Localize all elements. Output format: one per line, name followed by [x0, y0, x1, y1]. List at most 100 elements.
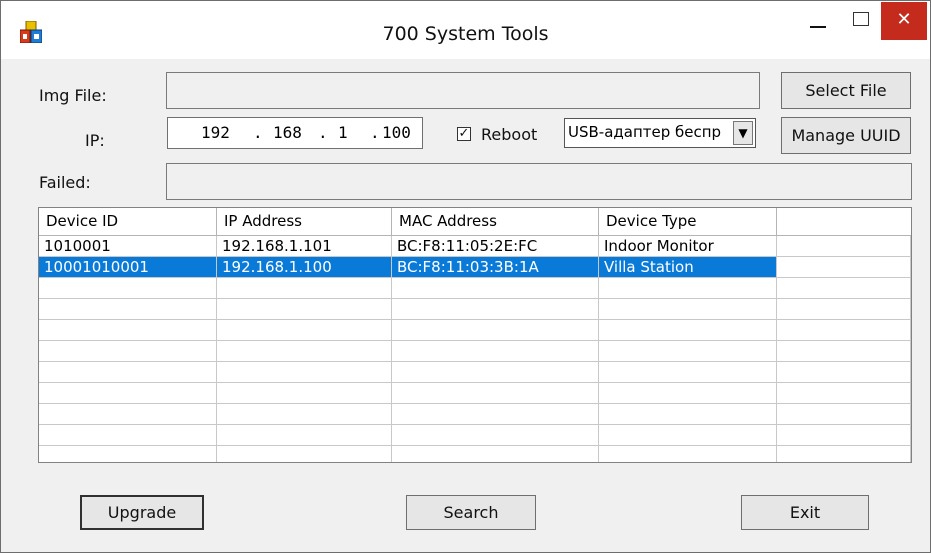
- select-file-button[interactable]: Select File: [781, 72, 911, 109]
- empty-row[interactable]: [39, 425, 911, 446]
- table-cell: [599, 425, 777, 445]
- table-cell: [39, 278, 217, 298]
- empty-row[interactable]: [39, 320, 911, 341]
- device-list[interactable]: Device ID IP Address MAC Address Device …: [38, 207, 912, 463]
- ip-address-input[interactable]: 192 . 168 . 1 . 100: [167, 117, 423, 149]
- table-cell: [392, 362, 599, 382]
- table-row[interactable]: 10001010001 192.168.1.100 BC:F8:11:03:3B:1…: [39, 257, 911, 278]
- table-cell: BC:F8:11:03:3B:1A: [392, 257, 599, 277]
- window-title: 700 System Tools: [382, 23, 549, 45]
- column-header-extra[interactable]: [777, 208, 911, 235]
- table-cell: [217, 446, 392, 462]
- table-cell: [392, 278, 599, 298]
- table-cell: Indoor Monitor: [599, 236, 777, 256]
- table-cell: [39, 425, 217, 445]
- ip-dot-3: .: [370, 123, 380, 142]
- table-cell: [217, 341, 392, 361]
- search-button[interactable]: Search: [406, 495, 536, 530]
- empty-row[interactable]: [39, 278, 911, 299]
- table-cell: [217, 278, 392, 298]
- failed-field: [166, 163, 912, 200]
- app-window: 700 System Tools ✕ Img File: Select File…: [0, 0, 931, 553]
- img-file-field[interactable]: [166, 72, 760, 109]
- empty-row[interactable]: [39, 404, 911, 425]
- title-bar[interactable]: 700 System Tools ✕: [1, 1, 930, 59]
- table-cell: [217, 383, 392, 403]
- table-cell: [39, 446, 217, 462]
- table-cell: [599, 278, 777, 298]
- empty-row[interactable]: [39, 362, 911, 383]
- upgrade-button[interactable]: Upgrade: [80, 495, 204, 530]
- ip-octet-3[interactable]: 1: [338, 123, 348, 142]
- table-cell: [217, 299, 392, 319]
- ip-octet-2[interactable]: 168: [273, 123, 302, 142]
- table-cell: 10001010001: [39, 257, 217, 277]
- table-cell: [599, 446, 777, 462]
- table-cell: [392, 446, 599, 462]
- ip-octet-1[interactable]: 192: [201, 123, 230, 142]
- ip-dot-2: .: [318, 123, 328, 142]
- table-cell: [39, 299, 217, 319]
- table-cell: [217, 362, 392, 382]
- close-button[interactable]: ✕: [881, 2, 927, 40]
- chevron-down-icon[interactable]: ▼: [733, 121, 753, 145]
- table-cell: [39, 320, 217, 340]
- table-cell: [217, 404, 392, 424]
- table-row[interactable]: 1010001 192.168.1.101 BC:F8:11:05:2E:FC Ind…: [39, 236, 911, 257]
- reboot-label[interactable]: Reboot: [481, 125, 537, 144]
- network-adapter-select[interactable]: USB-адаптер беспр ▼: [564, 118, 756, 148]
- table-cell: [599, 341, 777, 361]
- table-cell: [599, 299, 777, 319]
- maximize-icon: [853, 12, 869, 26]
- table-cell: [777, 404, 911, 424]
- table-cell: [392, 299, 599, 319]
- network-adapter-value: USB-адаптер беспр: [568, 123, 722, 141]
- table-cell: [392, 320, 599, 340]
- table-cell: 1010001: [39, 236, 217, 256]
- ip-label: IP:: [85, 131, 105, 150]
- table-cell: [39, 362, 217, 382]
- table-cell: BC:F8:11:05:2E:FC: [392, 236, 599, 256]
- empty-row[interactable]: [39, 383, 911, 404]
- table-cell: [777, 320, 911, 340]
- exit-button[interactable]: Exit: [741, 495, 869, 530]
- table-cell: 192.168.1.101: [217, 236, 392, 256]
- table-cell: [392, 404, 599, 424]
- column-header-device-type[interactable]: Device Type: [599, 208, 777, 235]
- empty-row[interactable]: [39, 299, 911, 320]
- table-cell: [777, 257, 911, 277]
- column-header-device-id[interactable]: Device ID: [39, 208, 217, 235]
- table-cell: 192.168.1.100: [217, 257, 392, 277]
- table-cell: [777, 341, 911, 361]
- table-cell: [777, 299, 911, 319]
- minimize-icon: [810, 26, 826, 28]
- ip-octet-4[interactable]: 100: [382, 123, 411, 142]
- table-cell: [392, 425, 599, 445]
- table-cell: [599, 383, 777, 403]
- table-cell: [599, 404, 777, 424]
- table-cell: [777, 383, 911, 403]
- table-cell: [777, 278, 911, 298]
- empty-row[interactable]: [39, 446, 911, 462]
- column-header-mac-address[interactable]: MAC Address: [392, 208, 599, 235]
- manage-uuid-button[interactable]: Manage UUID: [781, 117, 911, 154]
- minimize-button[interactable]: [797, 1, 839, 41]
- table-cell: [39, 383, 217, 403]
- column-header-ip-address[interactable]: IP Address: [217, 208, 392, 235]
- table-cell: [39, 341, 217, 361]
- failed-label: Failed:: [39, 173, 91, 192]
- empty-row[interactable]: [39, 341, 911, 362]
- table-cell: [392, 341, 599, 361]
- close-icon: ✕: [896, 9, 912, 30]
- img-file-label: Img File:: [39, 86, 107, 105]
- table-cell: [599, 362, 777, 382]
- ip-dot-1: .: [253, 123, 263, 142]
- table-cell: [217, 320, 392, 340]
- table-cell: [392, 383, 599, 403]
- reboot-checkbox[interactable]: ✓: [457, 127, 471, 141]
- maximize-button[interactable]: [839, 1, 881, 41]
- table-cell: [599, 320, 777, 340]
- table-cell: [777, 446, 911, 462]
- table-cell: [777, 425, 911, 445]
- table-cell: [777, 236, 911, 256]
